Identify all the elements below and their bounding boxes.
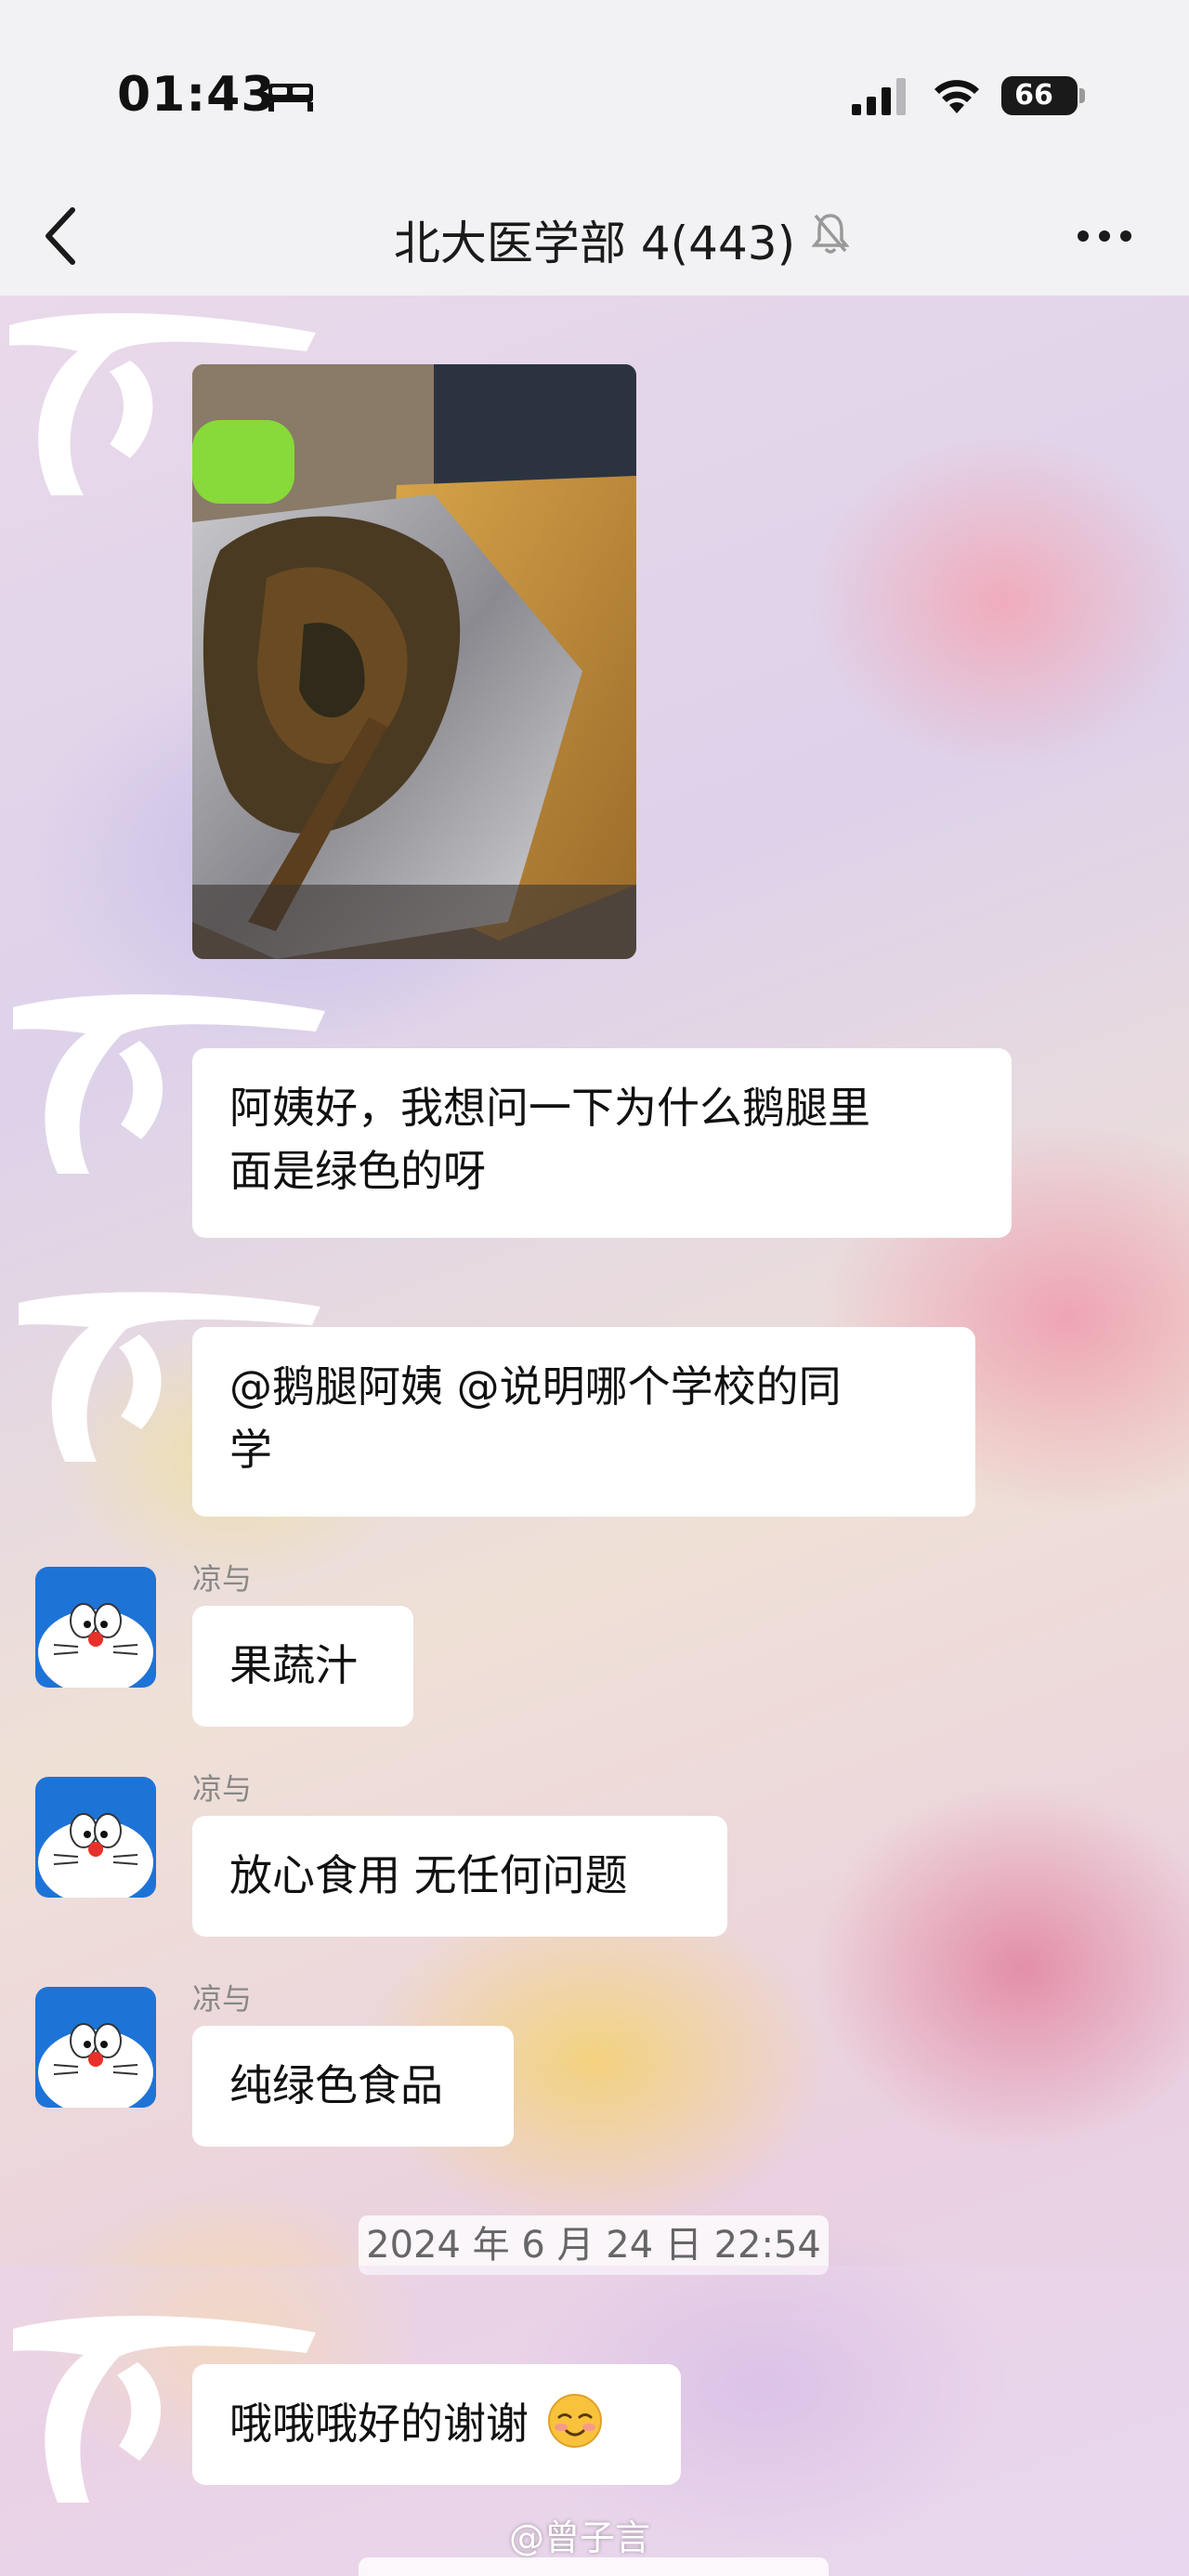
doraemon-avatar-icon [35, 1777, 156, 1898]
bed-icon [268, 84, 313, 112]
more-dots-icon[interactable] [1076, 225, 1133, 247]
message-bubble[interactable]: 果蔬汁 [192, 1606, 413, 1727]
battery-level: 66 [1014, 79, 1053, 112]
message-text: @鹅腿阿姨 @说明哪个学校的同 [229, 1361, 842, 1412]
message-text: 纯绿色食品 [229, 2060, 443, 2110]
message-bubble[interactable]: 哦哦哦好的谢谢 [192, 2364, 681, 2485]
chat-message-list[interactable]: 阿姨好，我想问一下为什么鹅腿里 面是绿色的呀 @鹅腿阿姨 @说明哪个学校的同 学… [0, 296, 1189, 2576]
avatar[interactable] [35, 1567, 156, 1688]
chat-header: 北大医学部 4(443) [0, 177, 1189, 296]
message-bubble[interactable]: 纯绿色食品 [192, 2026, 514, 2147]
sender-name: 凉与 [192, 1771, 253, 1807]
status-time: 01:43 [117, 67, 276, 123]
status-bar: 01:43 66 [0, 0, 1189, 177]
message-text: 果蔬汁 [229, 1640, 358, 1690]
watermark-text: @曾子言 [509, 2517, 651, 2558]
battery-cap [1079, 88, 1085, 103]
cellular-signal-icon [852, 78, 906, 115]
watermark: @曾子言 [509, 2509, 650, 2560]
sender-name: 凉与 [192, 1981, 253, 2017]
avatar[interactable] [35, 1777, 156, 1898]
doraemon-avatar-icon [35, 1567, 156, 1688]
message-bubble[interactable]: @鹅腿阿姨 @说明哪个学校的同 学 [192, 1327, 975, 1517]
doraemon-avatar-icon [35, 1987, 156, 2108]
date-separator-partial [359, 2557, 829, 2576]
message-text: 面是绿色的呀 [229, 1146, 486, 1196]
message-text: 哦哦哦好的谢谢 [229, 2399, 529, 2449]
message-bubble[interactable]: 放心食用 无任何问题 [192, 1816, 727, 1937]
wifi-icon [934, 80, 979, 113]
avatar[interactable] [35, 1987, 156, 2108]
food-photo [192, 364, 636, 959]
smiling-face-emoji-icon [547, 2394, 602, 2448]
battery-indicator: 66 [1001, 76, 1078, 115]
image-message[interactable] [192, 364, 636, 959]
sender-name: 凉与 [192, 1561, 253, 1597]
bell-muted-icon [812, 214, 849, 254]
message-text: 放心食用 无任何问题 [229, 1850, 628, 1900]
message-text: 阿姨好，我想问一下为什么鹅腿里 [229, 1083, 870, 1133]
chat-title[interactable]: 北大医学部 4(443) [0, 206, 1189, 273]
message-bubble[interactable]: 阿姨好，我想问一下为什么鹅腿里 面是绿色的呀 [192, 1048, 1012, 1238]
message-text: 学 [229, 1425, 272, 1475]
